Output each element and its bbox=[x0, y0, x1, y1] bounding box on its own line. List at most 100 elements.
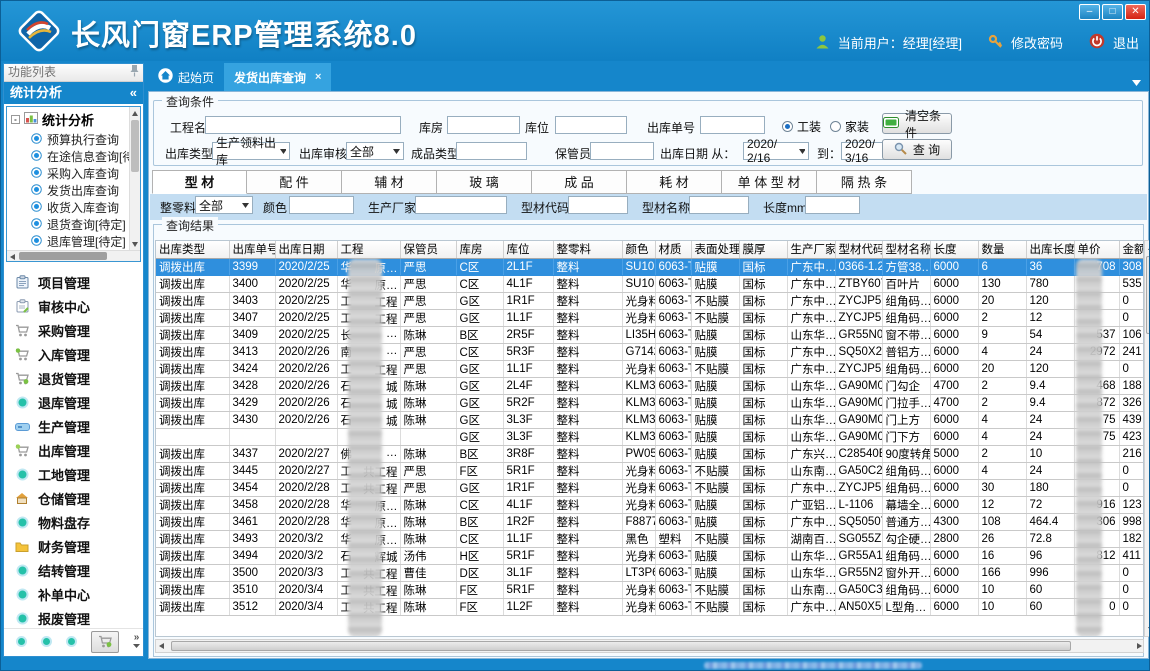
sidebar-item[interactable]: 退库管理 bbox=[4, 390, 143, 414]
table-cell[interactable]: 2020/2/26 bbox=[275, 411, 337, 428]
table-cell[interactable]: 光身料 bbox=[622, 309, 655, 326]
table-row[interactable]: 调拨出库34072020/2/25工工程严思G区1L1F整料光身料6063-T5… bbox=[156, 309, 1144, 326]
table-row[interactable]: 调拨出库34302020/2/26石城陈琳G区3L3F整料KLM38176063… bbox=[156, 411, 1144, 428]
table-cell[interactable]: 130 bbox=[978, 275, 1026, 292]
table-cell[interactable]: 4 bbox=[978, 428, 1026, 445]
table-cell[interactable]: GA90M08… bbox=[835, 411, 882, 428]
search-button[interactable]: 查 询 bbox=[882, 139, 952, 160]
table-cell[interactable]: 调拨出库 bbox=[156, 513, 229, 530]
table-cell[interactable]: 326 bbox=[1119, 394, 1144, 411]
table-cell[interactable]: 3409 bbox=[229, 326, 275, 343]
table-cell[interactable]: 6000 bbox=[930, 258, 978, 275]
outbound-no-input[interactable] bbox=[700, 116, 765, 134]
table-cell[interactable]: 组角码… bbox=[882, 581, 930, 598]
table-cell[interactable]: 广东中… bbox=[787, 275, 835, 292]
table-cell[interactable]: 6063-T5 bbox=[655, 377, 691, 394]
table-cell[interactable]: 2020/2/27 bbox=[275, 445, 337, 462]
table-cell[interactable]: 贴膜 bbox=[691, 411, 739, 428]
table-cell[interactable]: 3413 bbox=[229, 343, 275, 360]
close-button[interactable]: ✕ bbox=[1125, 4, 1146, 20]
table-cell[interactable]: 0 bbox=[1119, 479, 1144, 496]
table-cell[interactable]: 12 bbox=[1026, 309, 1074, 326]
column-header[interactable]: 型材名称 bbox=[882, 241, 930, 258]
table-cell[interactable]: 3461 bbox=[229, 513, 275, 530]
table-cell[interactable]: 勾企硬… bbox=[882, 530, 930, 547]
table-cell[interactable]: 3428 bbox=[229, 377, 275, 394]
table-cell[interactable] bbox=[275, 428, 337, 445]
table-cell[interactable]: 2 bbox=[978, 309, 1026, 326]
table-cell[interactable]: 2L4F bbox=[503, 377, 553, 394]
table-cell[interactable]: 3454 bbox=[229, 479, 275, 496]
table-cell[interactable]: GR55N26 bbox=[835, 564, 882, 581]
table-cell[interactable]: 2020/2/28 bbox=[275, 513, 337, 530]
table-row[interactable]: 调拨出库34372020/2/27佛…陈琳B区3R8F整料PW056063-T5… bbox=[156, 445, 1144, 462]
table-cell[interactable]: 4L1F bbox=[503, 496, 553, 513]
outbound-type-select[interactable]: 生产领料出库 bbox=[212, 142, 290, 160]
table-cell[interactable]: F区 bbox=[456, 598, 503, 615]
table-cell[interactable]: 106 bbox=[1119, 326, 1144, 343]
table-cell[interactable]: G区 bbox=[456, 377, 503, 394]
table-cell[interactable]: 241 bbox=[1119, 343, 1144, 360]
material-tab[interactable]: 玻 璃 bbox=[437, 170, 532, 194]
table-cell[interactable]: 山东华… bbox=[787, 377, 835, 394]
column-header[interactable]: 金额 bbox=[1119, 241, 1144, 258]
table-cell[interactable]: 108 bbox=[978, 513, 1026, 530]
table-cell[interactable]: 3510 bbox=[229, 581, 275, 598]
table-cell[interactable]: 60 bbox=[1026, 598, 1074, 615]
table-cell[interactable]: 1L1F bbox=[503, 530, 553, 547]
table-cell[interactable]: 整料 bbox=[553, 479, 622, 496]
table-cell[interactable]: 国标 bbox=[739, 564, 787, 581]
table-cell[interactable]: 山东华… bbox=[787, 428, 835, 445]
clear-conditions-button[interactable]: 清空条件 bbox=[882, 113, 952, 134]
table-cell[interactable]: 陈琳 bbox=[400, 377, 456, 394]
table-cell[interactable]: 3458 bbox=[229, 496, 275, 513]
tree-item[interactable]: 在途信息查询[待 bbox=[7, 148, 140, 165]
scrollbar-thumb[interactable] bbox=[19, 252, 107, 260]
table-cell[interactable]: 411 bbox=[1119, 547, 1144, 564]
table-cell[interactable]: B区 bbox=[456, 326, 503, 343]
profile-name-input[interactable] bbox=[689, 196, 749, 214]
table-cell[interactable]: 6063-T5 bbox=[655, 428, 691, 445]
table-cell[interactable]: 整料 bbox=[553, 394, 622, 411]
table-cell[interactable]: 广东中… bbox=[787, 479, 835, 496]
module-circle-icon[interactable] bbox=[16, 636, 27, 647]
table-cell[interactable]: 998 bbox=[1119, 513, 1144, 530]
table-row[interactable]: 调拨出库34092020/2/25长…陈琳B区2R5F整料LI35HD6063-… bbox=[156, 326, 1144, 343]
table-cell[interactable]: 6063-T5 bbox=[655, 411, 691, 428]
table-cell[interactable]: 464.4 bbox=[1026, 513, 1074, 530]
table-cell[interactable]: 6000 bbox=[930, 462, 978, 479]
column-header[interactable]: 整零料 bbox=[553, 241, 622, 258]
table-cell[interactable]: 广东兴… bbox=[787, 445, 835, 462]
table-row[interactable]: 调拨出库34582020/2/28华原…陈琳C区4L1F整料光身料6063-T5… bbox=[156, 496, 1144, 513]
table-cell[interactable]: 16 bbox=[978, 547, 1026, 564]
table-cell[interactable]: 0 bbox=[1119, 581, 1144, 598]
scrollbar-thumb[interactable] bbox=[171, 641, 1071, 651]
material-tab[interactable]: 单 体 型 材 bbox=[722, 170, 817, 194]
table-cell[interactable]: 不贴膜 bbox=[691, 360, 739, 377]
table-cell[interactable]: 6 bbox=[978, 258, 1026, 275]
table-cell[interactable]: 6000 bbox=[930, 326, 978, 343]
table-cell[interactable]: 组角码… bbox=[882, 292, 930, 309]
table-cell[interactable]: 严思 bbox=[400, 292, 456, 309]
table-cell[interactable]: 曹佳 bbox=[400, 564, 456, 581]
table-cell[interactable]: 4 bbox=[978, 343, 1026, 360]
table-cell[interactable]: 6063-T5 bbox=[655, 547, 691, 564]
table-cell[interactable]: 光身料 bbox=[622, 598, 655, 615]
length-input[interactable] bbox=[805, 196, 860, 214]
table-cell[interactable]: 0 bbox=[1119, 309, 1144, 326]
table-cell[interactable]: 0 bbox=[1119, 462, 1144, 479]
table-cell[interactable]: SU10… bbox=[622, 258, 655, 275]
collapse-icon[interactable]: « bbox=[130, 82, 137, 104]
table-cell[interactable]: 山东华… bbox=[787, 394, 835, 411]
table-cell[interactable]: 2020/2/26 bbox=[275, 394, 337, 411]
table-cell[interactable]: B区 bbox=[456, 513, 503, 530]
scrollbar-thumb[interactable] bbox=[131, 120, 139, 172]
column-header[interactable]: 膜厚 bbox=[739, 241, 787, 258]
table-cell[interactable]: 不贴膜 bbox=[691, 462, 739, 479]
table-row[interactable]: 调拨出库34942020/3/2石辉城汤伟H区5R1F整料光身料6063-T5贴… bbox=[156, 547, 1144, 564]
table-cell[interactable]: 4L1F bbox=[503, 275, 553, 292]
table-cell[interactable]: ZYCJP5… bbox=[835, 479, 882, 496]
table-cell[interactable]: C区 bbox=[456, 275, 503, 292]
table-cell[interactable]: ZYCJP5… bbox=[835, 292, 882, 309]
table-cell[interactable]: 0 bbox=[1119, 292, 1144, 309]
